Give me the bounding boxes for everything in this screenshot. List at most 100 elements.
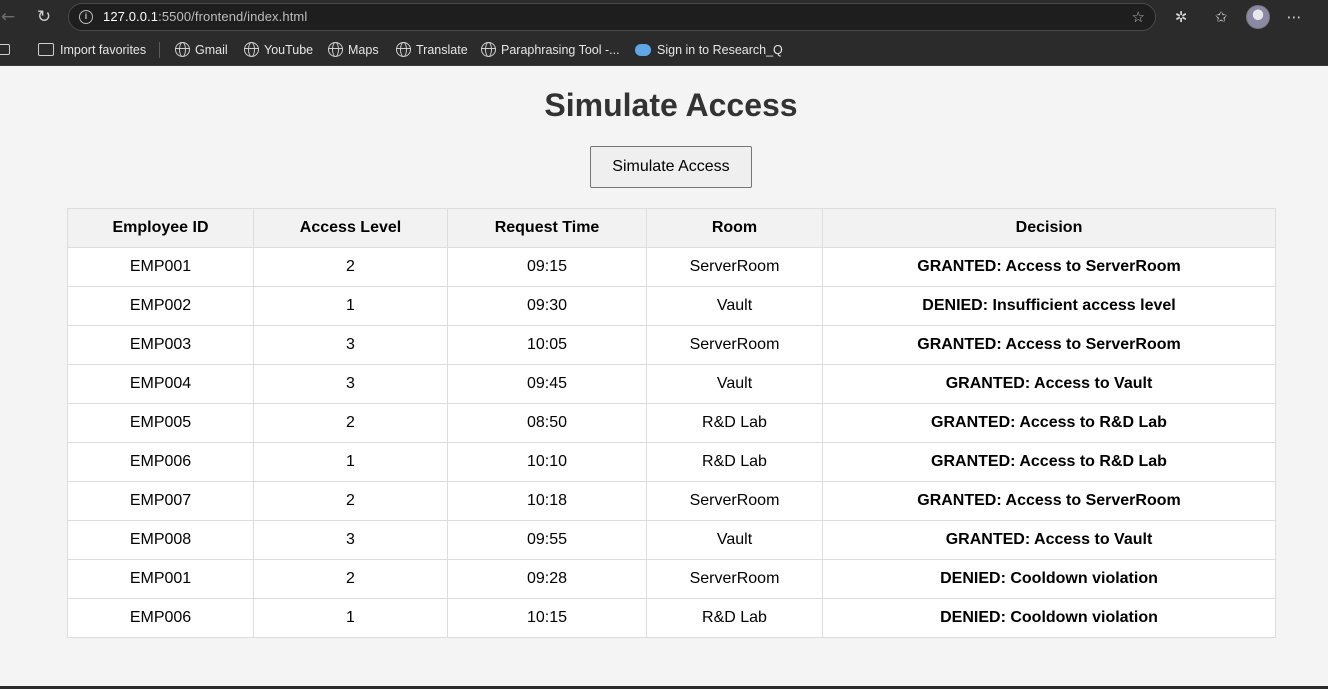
- employee-id-cell: EMP001: [67, 559, 254, 599]
- bookmark-label: Paraphrasing Tool -...: [501, 43, 620, 57]
- bookmark-label: Translate: [416, 43, 468, 57]
- employee-id-cell: EMP006: [67, 598, 254, 638]
- folder-icon: [38, 43, 54, 56]
- bookmark-label: Sign in to Research_Q: [657, 43, 783, 57]
- column-header: Access Level: [253, 208, 448, 248]
- access-level-cell: 2: [253, 247, 448, 287]
- decision-cell: GRANTED: Access to R&D Lab: [822, 403, 1276, 443]
- request-time-cell: 08:50: [447, 403, 647, 443]
- room-cell: R&D Lab: [646, 442, 823, 482]
- globe-icon: [175, 42, 190, 57]
- table-row: EMP008 3 09:55 Vault GRANTED: Access to Vaul…: [67, 520, 1276, 560]
- access-level-cell: 2: [253, 559, 448, 599]
- room-cell: ServerRoom: [646, 559, 823, 599]
- table-row: EMP001 2 09:15 ServerRoom GRANTED: Access to…: [67, 247, 1276, 287]
- access-level-cell: 3: [253, 364, 448, 404]
- address-bar[interactable]: i 127.0.0.1:5500/frontend/index.html ☆: [68, 3, 1156, 31]
- bookmark-maps[interactable]: Maps: [328, 42, 379, 58]
- url-text[interactable]: 127.0.0.1:5500/frontend/index.html: [103, 9, 307, 25]
- request-time-cell: 09:30: [447, 286, 647, 326]
- room-cell: ServerRoom: [646, 481, 823, 521]
- decision-cell: GRANTED: Access to ServerRoom: [822, 247, 1276, 287]
- table-row: EMP003 3 10:05 ServerRoom GRANTED: Access to…: [67, 325, 1276, 365]
- column-header: Room: [646, 208, 823, 248]
- decision-cell: DENIED: Insufficient access level: [822, 286, 1276, 326]
- bookmark-divider: [159, 42, 160, 58]
- researchq-icon: [635, 44, 651, 56]
- access-level-cell: 1: [253, 442, 448, 482]
- room-cell: ServerRoom: [646, 325, 823, 365]
- url-host: 127.0.0.1: [103, 9, 159, 24]
- request-time-cell: 10:10: [447, 442, 647, 482]
- favorites-icon[interactable]: ✩: [1210, 6, 1232, 28]
- table-row: EMP001 2 09:28 ServerRoom DENIED: Cooldown v…: [67, 559, 1276, 599]
- reload-icon[interactable]: ↻: [32, 6, 56, 28]
- table-body: EMP001 2 09:15 ServerRoom GRANTED: Access to…: [67, 247, 1276, 638]
- employee-id-cell: EMP007: [67, 481, 254, 521]
- decision-cell: GRANTED: Access to ServerRoom: [822, 481, 1276, 521]
- employee-id-cell: EMP002: [67, 286, 254, 326]
- bookmark-youtube[interactable]: YouTube: [244, 42, 313, 58]
- bookmarks-bar: Import favorites Gmail YouTube Maps Tran…: [0, 34, 1328, 66]
- bookmark-import-favorites[interactable]: Import favorites: [38, 42, 146, 58]
- simulate-access-button[interactable]: Simulate Access: [590, 146, 752, 188]
- access-level-cell: 1: [253, 598, 448, 638]
- decision-cell: GRANTED: Access to Vault: [822, 520, 1276, 560]
- column-header: Request Time: [447, 208, 647, 248]
- decision-cell: GRANTED: Access to ServerRoom: [822, 325, 1276, 365]
- room-cell: Vault: [646, 520, 823, 560]
- table-header-row: Employee ID Access Level Request Time Ro…: [67, 208, 1276, 248]
- column-header: Decision: [822, 208, 1276, 248]
- more-menu-icon[interactable]: ⋯: [1283, 6, 1305, 28]
- back-arrow-icon[interactable]: ←: [0, 6, 20, 28]
- bookmark-research-q[interactable]: Sign in to Research_Q: [635, 42, 783, 58]
- request-time-cell: 10:18: [447, 481, 647, 521]
- access-level-cell: 2: [253, 403, 448, 443]
- table-row: EMP002 1 09:30 Vault DENIED: Insufficient ac…: [67, 286, 1276, 326]
- bookmark-label: Maps: [348, 43, 379, 57]
- bookmark-paraphrasing-tool[interactable]: Paraphrasing Tool -...: [481, 42, 620, 58]
- bookmark-label: YouTube: [264, 43, 314, 57]
- bookmark-translate[interactable]: Translate: [396, 42, 468, 58]
- table-row: EMP004 3 09:45 Vault GRANTED: Access to Vaul…: [67, 364, 1276, 404]
- request-time-cell: 10:05: [447, 325, 647, 365]
- employee-id-cell: EMP006: [67, 442, 254, 482]
- access-results-table: Employee ID Access Level Request Time Ro…: [67, 208, 1276, 638]
- room-cell: R&D Lab: [646, 598, 823, 638]
- room-cell: ServerRoom: [646, 247, 823, 287]
- table-row: EMP006 1 10:10 R&D Lab GRANTED: Access to R&…: [67, 442, 1276, 482]
- globe-icon: [396, 42, 411, 57]
- favorite-star-icon[interactable]: ☆: [1132, 7, 1145, 27]
- page-title: Simulate Access: [544, 87, 798, 123]
- sidebar-icon[interactable]: [0, 44, 10, 55]
- request-time-cell: 09:15: [447, 247, 647, 287]
- table-row: EMP006 1 10:15 R&D Lab DENIED: Cooldown viol…: [67, 598, 1276, 638]
- bookmark-label: Import favorites: [60, 43, 147, 57]
- room-cell: R&D Lab: [646, 403, 823, 443]
- employee-id-cell: EMP001: [67, 247, 254, 287]
- extensions-icon[interactable]: ✲: [1170, 6, 1192, 28]
- employee-id-cell: EMP005: [67, 403, 254, 443]
- access-level-cell: 3: [253, 520, 448, 560]
- access-level-cell: 3: [253, 325, 448, 365]
- request-time-cell: 09:28: [447, 559, 647, 599]
- request-time-cell: 09:55: [447, 520, 647, 560]
- table-row: EMP005 2 08:50 R&D Lab GRANTED: Access to R&…: [67, 403, 1276, 443]
- globe-icon: [244, 42, 259, 57]
- site-info-icon[interactable]: i: [79, 10, 93, 24]
- decision-cell: DENIED: Cooldown violation: [822, 598, 1276, 638]
- room-cell: Vault: [646, 286, 823, 326]
- access-level-cell: 1: [253, 286, 448, 326]
- decision-cell: DENIED: Cooldown violation: [822, 559, 1276, 599]
- bookmark-label: Gmail: [195, 43, 228, 57]
- bookmark-gmail[interactable]: Gmail: [175, 42, 228, 58]
- employee-id-cell: EMP003: [67, 325, 254, 365]
- browser-toolbar: ← ↻ i 127.0.0.1:5500/frontend/index.html…: [0, 0, 1328, 34]
- url-path: :5500/frontend/index.html: [158, 9, 308, 24]
- table-row: EMP007 2 10:18 ServerRoom GRANTED: Access to…: [67, 481, 1276, 521]
- access-level-cell: 2: [253, 481, 448, 521]
- decision-cell: GRANTED: Access to R&D Lab: [822, 442, 1276, 482]
- room-cell: Vault: [646, 364, 823, 404]
- profile-avatar[interactable]: [1246, 5, 1270, 29]
- employee-id-cell: EMP004: [67, 364, 254, 404]
